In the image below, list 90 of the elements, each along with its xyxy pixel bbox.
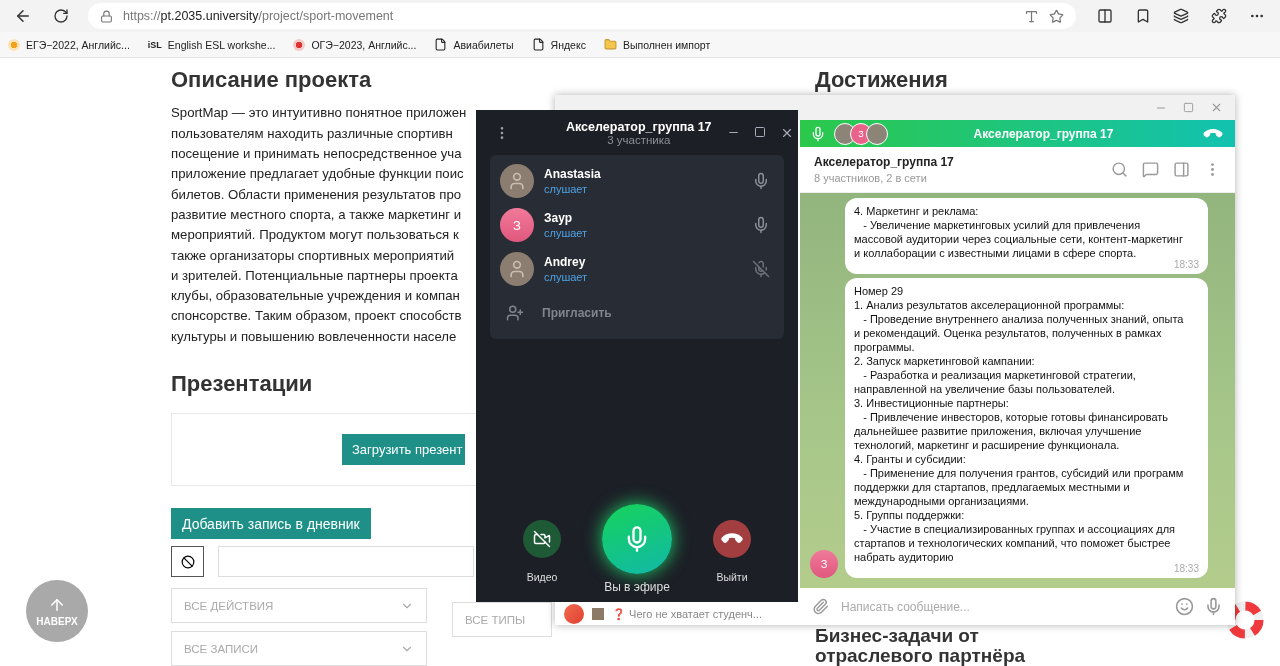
thumbnail-placeholder (592, 608, 604, 620)
participant-name: Andrey (544, 255, 587, 269)
chat-avatar (564, 604, 584, 624)
video-off-icon (533, 530, 551, 548)
emoji-icon[interactable] (1175, 597, 1194, 616)
invite-button[interactable]: Пригласить (490, 291, 784, 335)
star-icon[interactable] (1049, 8, 1064, 24)
microphone-icon[interactable] (1204, 597, 1223, 616)
section-heading: Достижения (815, 68, 949, 93)
chat-subtitle: 8 участников, 2 в сети (814, 172, 928, 184)
microphone-icon[interactable] (752, 172, 770, 190)
chat-preview-text: ❓ Чего не хватает студенч... (612, 607, 762, 621)
filter-select[interactable]: ВСЕ ЗАПИСИ (171, 631, 427, 666)
participant-name: Заур (544, 211, 574, 225)
attach-icon[interactable] (812, 598, 829, 615)
description-line: клубы, образовательные учреждения и компан (171, 287, 460, 306)
bookmark[interactable]: Выполнен импорт (603, 38, 711, 52)
message-time: 18:33 (1173, 259, 1199, 270)
maximize-icon[interactable] (753, 125, 766, 138)
lock-icon (100, 9, 113, 23)
description-line: посещение и принимать непосредственное уча (171, 145, 462, 164)
leave-button[interactable] (713, 520, 751, 558)
letter-avatar: З (500, 208, 534, 242)
message-text: Номер 29 1. Анализ результатов акселерационной программы: - Проведение внутреннего анализа полученных знаний, опыта и рекомендаций. Оценка результатов, полученных в рамках программы. 2. Запуск маркетинговой кампании: - Разработка и реализация маркетинговой стратегии, направленной на увеличение базы пользователей. 3. Инвестиционные партнеры: - Привлечение инвесторов, которые готовы финансировать дальнейшее развитие приложения, включая улучшение технологий, маркетинг и расширение функционала. 4. Гранты и субсидии: - Применение для получения грантов, субсидий или программ поддержки для стартапов, предлагаемых местными и международными организациями. 5. Группы поддержки: - Участие в специализированных группах и ассоциациях для стартапов и технологических компаний, что поможет быстрее набрать аудиторию (854, 284, 1185, 564)
description-line: SportMap — это интуитивно понятное приложен (171, 104, 467, 123)
bookmark[interactable]: Авиабилеты (434, 38, 514, 52)
description-line: также организаторы спортивных мероприятий (171, 246, 455, 265)
url-text: https://pt.2035.university/project/sport-movement (123, 9, 395, 24)
lifebuoy-icon[interactable] (1225, 600, 1265, 640)
control-label: Видео (526, 571, 558, 583)
person-silhouette-icon (507, 259, 527, 279)
message-text: 4. Маркетинг и реклама: - Увеличение маркетинговых усилий для привлечения массовой аудитории через социальные сети, контент-маркетинг и коллаборации с известными лицами в сфере спорта. (854, 204, 1184, 260)
section-heading: Бизнес-задачи от (815, 626, 980, 646)
chat-title: Акселератор_группа 17 (814, 155, 955, 169)
description-line: культуры и повышению вовлеченности населе (171, 327, 457, 346)
bookmark[interactable]: ОГЭ−2023, Английс... (293, 38, 417, 51)
chat-list-item[interactable]: ❓ Чего не хватает студенч... (555, 603, 800, 625)
video-button[interactable] (523, 520, 561, 558)
refresh-icon (53, 8, 69, 25)
filter-select[interactable]: ВСЕ ТИПЫ (452, 602, 552, 637)
microphone-icon[interactable] (810, 125, 826, 142)
page-icon (531, 38, 545, 52)
section-heading: Описание проекта (171, 68, 373, 93)
call-subtitle: 3 участника (607, 133, 671, 146)
message-time: 18:33 (1173, 563, 1199, 574)
description-line: спонсорстве. Таким образом, проект способств (171, 307, 462, 326)
microphone-icon[interactable] (752, 216, 770, 234)
address-bar[interactable]: https://pt.2035.university/project/sport-movement (88, 3, 1076, 30)
description-line: и зрителей. Потенциальные партнеры проекта (171, 266, 458, 285)
filter-select[interactable]: ВСЕ ДЕЙСТВИЯ (171, 588, 427, 623)
letter-avatar: З (810, 550, 838, 578)
site-favicon-icon (8, 38, 20, 51)
participant-status: слушает (544, 271, 589, 283)
bookmark[interactable]: iSL English ESL workshe... (147, 38, 276, 51)
avatar-placeholder (866, 122, 888, 145)
participant-status: слушает (544, 227, 589, 239)
add-user-icon (506, 304, 524, 322)
description-line: мероприятий. Продуктом могут пользоваться к (171, 226, 459, 245)
voice-chat-icon[interactable] (1142, 161, 1159, 178)
call-title: Акселератор_группа 17 (566, 119, 712, 134)
microphone-off-icon[interactable] (752, 260, 770, 278)
sidebar-icon[interactable] (1173, 161, 1190, 178)
person-silhouette-icon (507, 171, 527, 191)
upload-button[interactable]: Загрузить презент (342, 434, 466, 465)
section-heading: Презентации (171, 372, 314, 396)
prohibited-icon (180, 554, 195, 569)
read-aloud-icon[interactable] (1024, 8, 1039, 24)
mic-button[interactable] (602, 504, 672, 574)
control-label: Вы в эфире (604, 580, 670, 594)
add-entry-button[interactable]: Добавить запись в дневник (171, 508, 371, 539)
site-logo: iSL (147, 39, 162, 50)
control-label: Выйти (716, 571, 748, 583)
call-title: Акселератор_группа 17 (972, 126, 1115, 141)
bookmark[interactable]: ЕГЭ−2022, Английс... (8, 38, 130, 51)
scroll-top-button[interactable]: НАВЕРХ (26, 580, 88, 642)
description-line: билетов. Области применения результатов про (171, 185, 462, 204)
bookmark[interactable]: Яндекс (531, 38, 586, 52)
site-favicon-icon (293, 38, 306, 51)
page-icon (434, 38, 448, 52)
search-icon[interactable] (1111, 161, 1128, 178)
description-line: приложение предлагает удобные функции поис (171, 165, 464, 184)
folder-icon (603, 38, 617, 52)
participant-name: Anastasia (544, 167, 602, 181)
section-heading: отраслевого партнёра (815, 646, 1027, 666)
participant-status: слушает (544, 183, 589, 195)
clear-filter-button[interactable] (171, 546, 204, 577)
call-bar[interactable]: З Акселератор_группа 17 (800, 120, 1235, 147)
description-line: развитие местного спорта, а также маркетинг и (171, 205, 462, 224)
description-line: пользователям находить различные спортивн (171, 124, 453, 143)
search-field[interactable] (218, 546, 474, 577)
